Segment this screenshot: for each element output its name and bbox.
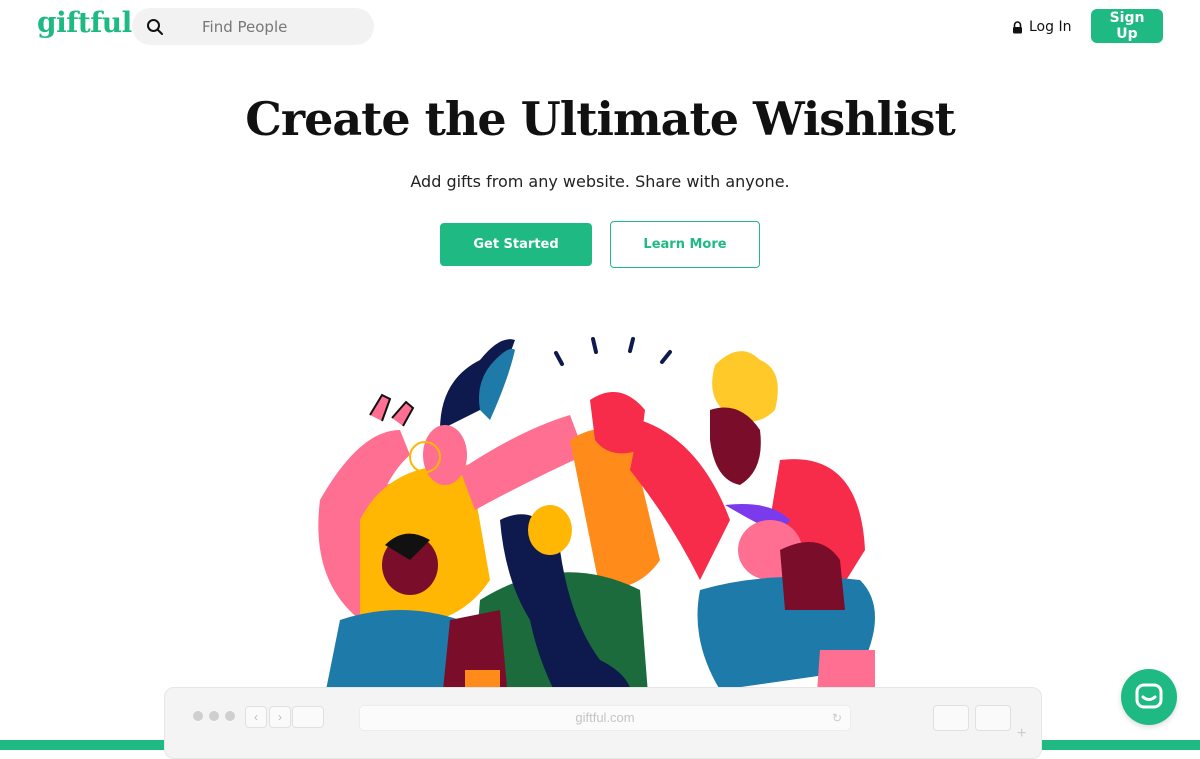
share-icon <box>933 705 969 731</box>
get-started-button[interactable]: Get Started <box>440 223 592 266</box>
new-tab-icon: + <box>1017 725 1027 742</box>
hero-title: Create the Ultimate Wishlist <box>245 92 956 146</box>
browser-url-bar: giftful.com ↻ <box>359 705 851 731</box>
login-label: Log In <box>1029 19 1072 35</box>
pink-arm-center <box>460 415 585 510</box>
login-link[interactable]: Log In <box>1012 16 1071 38</box>
browser-url: giftful.com <box>575 710 635 725</box>
chat-launcher-button[interactable] <box>1121 669 1177 725</box>
window-controls <box>193 711 235 721</box>
search-input[interactable] <box>202 8 362 45</box>
browser-mockup: ‹ › giftful.com ↻ + <box>164 687 1042 759</box>
celebration-marks <box>554 337 672 366</box>
giftful-logo[interactable]: giftful <box>37 6 132 39</box>
chat-bubble-icon <box>1135 683 1163 709</box>
forward-icon: › <box>269 706 291 728</box>
tabs-icon <box>975 705 1011 731</box>
signup-button[interactable]: Sign Up <box>1091 9 1163 43</box>
hero-illustration <box>318 337 875 720</box>
hero-subtitle: Add gifts from any website. Share with a… <box>410 172 790 191</box>
lock-icon <box>1013 20 1022 33</box>
browser-nav-buttons: ‹ › <box>245 706 291 728</box>
search-icon <box>147 19 163 35</box>
search-bar[interactable] <box>132 8 374 45</box>
sidebar-toggle-icon <box>292 706 324 728</box>
site-header: giftful Log In Sign Up <box>0 0 1200 55</box>
back-icon: ‹ <box>245 706 267 728</box>
learn-more-button[interactable]: Learn More <box>610 221 760 268</box>
reload-icon: ↻ <box>831 711 842 725</box>
